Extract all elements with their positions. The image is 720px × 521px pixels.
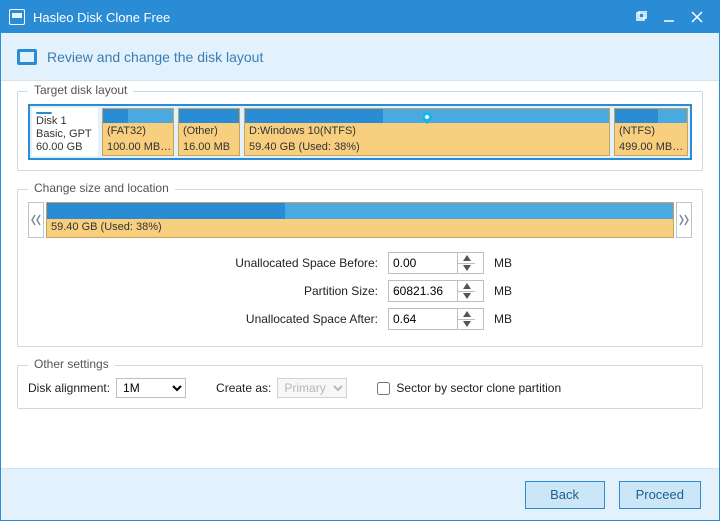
subtitle-strip: Review and change the disk layout xyxy=(1,33,719,81)
input-space-before[interactable] xyxy=(389,253,457,273)
spin-up-icon[interactable] xyxy=(458,309,475,320)
app-title: Hasleo Disk Clone Free xyxy=(33,10,627,25)
spin-space-after[interactable] xyxy=(388,308,484,330)
group-title-other: Other settings xyxy=(28,357,115,371)
footer: Back Proceed xyxy=(1,468,719,520)
layout-icon xyxy=(17,49,37,65)
input-partition-size[interactable] xyxy=(389,281,457,301)
spin-space-before[interactable] xyxy=(388,252,484,274)
unit-before: MB xyxy=(494,256,512,270)
label-create-as: Create as: xyxy=(216,381,271,395)
spin-down-icon[interactable] xyxy=(458,320,475,330)
resize-handle-right[interactable] xyxy=(676,202,692,238)
partition-1-fs: (Other) xyxy=(179,123,239,139)
disk-info[interactable]: Disk 1 Basic, GPT 60.00 GB xyxy=(32,108,98,156)
partition-3-fs: (NTFS) xyxy=(615,123,687,139)
spin-down-icon[interactable] xyxy=(458,264,475,274)
resize-label: 59.40 GB (Used: 38%) xyxy=(47,219,673,235)
unit-size: MB xyxy=(494,284,512,298)
group-other: Other settings Disk alignment: 1M Create… xyxy=(17,365,703,409)
label-sector-clone: Sector by sector clone partition xyxy=(396,381,561,395)
select-create-as: Primary xyxy=(277,378,347,398)
input-space-after[interactable] xyxy=(389,309,457,329)
app-icon xyxy=(9,9,25,25)
group-title-resize: Change size and location xyxy=(28,181,175,195)
group-target-layout: Target disk layout Disk 1 Basic, GPT 60.… xyxy=(17,91,703,171)
resize-track[interactable]: 59.40 GB (Used: 38%) xyxy=(46,202,674,238)
proceed-button[interactable]: Proceed xyxy=(619,481,701,509)
label-partition-size: Partition Size: xyxy=(28,284,388,298)
partition-2-fs: D:Windows 10(NTFS) xyxy=(245,123,609,139)
partition-1[interactable]: (Other) 16.00 MB xyxy=(178,108,240,156)
close-icon[interactable] xyxy=(683,1,711,33)
disk-layout-row[interactable]: Disk 1 Basic, GPT 60.00 GB (FAT32) 100.0… xyxy=(28,104,692,160)
titlebar: Hasleo Disk Clone Free xyxy=(1,1,719,33)
partition-1-size: 16.00 MB xyxy=(179,139,239,155)
label-disk-alignment: Disk alignment: xyxy=(28,381,110,395)
label-space-after: Unallocated Space After: xyxy=(28,312,388,326)
spin-up-icon[interactable] xyxy=(458,281,475,292)
partition-2[interactable]: D:Windows 10(NTFS) 59.40 GB (Used: 38%) xyxy=(244,108,610,156)
group-resize: Change size and location 59.40 GB (Used:… xyxy=(17,189,703,347)
resize-handle-left[interactable] xyxy=(28,202,44,238)
spin-down-icon[interactable] xyxy=(458,292,475,302)
spin-partition-size[interactable] xyxy=(388,280,484,302)
group-title-target: Target disk layout xyxy=(28,83,133,97)
partition-0[interactable]: (FAT32) 100.00 MB… xyxy=(102,108,174,156)
resize-slider[interactable]: 59.40 GB (Used: 38%) xyxy=(28,202,692,238)
minimize-icon[interactable] xyxy=(655,1,683,33)
unit-after: MB xyxy=(494,312,512,326)
partition-3[interactable]: (NTFS) 499.00 MB… xyxy=(614,108,688,156)
spin-up-icon[interactable] xyxy=(458,253,475,264)
content: Target disk layout Disk 1 Basic, GPT 60.… xyxy=(1,81,719,409)
pin-icon xyxy=(420,110,434,124)
disk-type: Basic, GPT xyxy=(36,128,94,141)
disk-icon xyxy=(36,112,52,114)
partition-3-size: 499.00 MB… xyxy=(615,139,687,155)
page-subtitle: Review and change the disk layout xyxy=(47,49,263,65)
partition-2-size: 59.40 GB (Used: 38%) xyxy=(245,139,609,155)
partition-0-fs: (FAT32) xyxy=(103,123,173,139)
checkbox-sector-clone[interactable]: Sector by sector clone partition xyxy=(377,381,561,395)
restore-icon[interactable] xyxy=(627,1,655,33)
checkbox-sector-clone-input[interactable] xyxy=(377,382,390,395)
label-space-before: Unallocated Space Before: xyxy=(28,256,388,270)
select-disk-alignment[interactable]: 1M xyxy=(116,378,186,398)
back-button[interactable]: Back xyxy=(525,481,605,509)
partition-0-size: 100.00 MB… xyxy=(103,139,173,155)
disk-size: 60.00 GB xyxy=(36,141,94,154)
disk-name: Disk 1 xyxy=(36,115,94,128)
